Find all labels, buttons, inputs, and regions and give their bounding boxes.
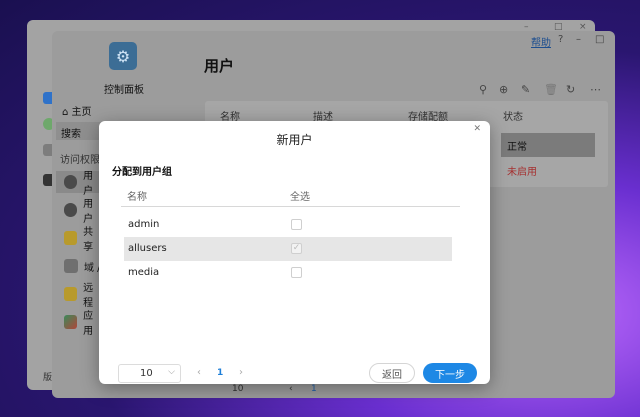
help-icon[interactable]: ? [558, 34, 563, 45]
group-row-media[interactable]: media [124, 261, 452, 285]
page-number[interactable]: 1 [311, 384, 317, 394]
sidebar-home[interactable]: ⌂ 主页 [62, 103, 92, 118]
add-icon[interactable]: ⊕ [499, 83, 508, 96]
remote-folder-icon [64, 287, 78, 301]
help-link[interactable]: 帮助 [531, 34, 551, 49]
dialog-subtitle: 分配到用户组 [112, 167, 172, 178]
sidebar-item-shared-folders[interactable]: 共享 [56, 227, 102, 253]
page-size[interactable]: 10 [232, 384, 243, 394]
delete-icon[interactable]: 🗑 [544, 83, 558, 96]
group-checkbox[interactable] [291, 267, 302, 278]
edit-icon[interactable]: ✎ [521, 83, 530, 96]
maximize-icon[interactable]: □ [595, 34, 604, 45]
page-size-select[interactable]: 10 ⌵ [118, 364, 181, 383]
sidebar-item-user-groups[interactable]: 用户 [56, 199, 102, 225]
group-row-allusers[interactable]: allusers ✓ [124, 237, 452, 261]
group-checkbox[interactable] [291, 219, 302, 230]
group-name: media [128, 267, 160, 278]
chevron-down-icon: ⌵ [168, 367, 175, 377]
user-group-icon [64, 203, 78, 217]
sidebar-item-domain[interactable]: 域 / [56, 255, 102, 277]
column-header[interactable]: 状态 [503, 108, 523, 123]
sidebar-home-label: 主页 [71, 107, 92, 118]
refresh-icon[interactable]: ↻ [566, 83, 575, 96]
page-number[interactable]: 1 [217, 368, 223, 378]
user-icon [64, 175, 78, 189]
sidebar-item-remote[interactable]: 远程 [56, 283, 102, 309]
sidebar-item-apps[interactable]: 应用 [56, 311, 102, 337]
divider [121, 206, 460, 207]
group-name: admin [128, 219, 160, 230]
control-panel-icon: ⚙ [109, 42, 137, 70]
page-size-value: 10 [140, 368, 153, 379]
sidebar-text: 版 [43, 373, 53, 383]
column-header-name: 名称 [127, 192, 147, 203]
status-badge: 未启用 [507, 167, 537, 178]
prev-page-icon[interactable]: ‹ [197, 367, 201, 378]
dialog-title: 新用户 [276, 133, 313, 147]
prev-page-icon[interactable]: ‹ [289, 384, 293, 394]
group-row-admin[interactable]: admin [124, 213, 452, 237]
page-title: 用户 [204, 57, 235, 75]
minimize-icon[interactable]: – [576, 34, 581, 45]
search-icon[interactable]: ⚲ [479, 83, 487, 96]
app-name: 控制面板 [104, 85, 144, 96]
next-page-icon[interactable]: › [239, 367, 243, 378]
status-badge: 正常 [501, 133, 595, 157]
back-button[interactable]: 返回 [369, 363, 415, 383]
group-checkbox-checked[interactable]: ✓ [291, 243, 302, 254]
sidebar-section-label: 访问权限 [60, 155, 100, 166]
next-button[interactable]: 下一步 [423, 363, 477, 383]
shared-folder-icon [64, 231, 78, 245]
domain-icon [64, 259, 78, 273]
select-all-toggle[interactable]: 全选 [290, 188, 310, 203]
close-icon[interactable]: ✕ [473, 124, 481, 134]
sidebar-item-users[interactable]: 用户 [56, 171, 102, 197]
app-icon [64, 315, 78, 329]
new-user-dialog: 新用户 ✕ 分配到用户组 名称 全选 admin allusers ✓ medi… [99, 121, 490, 384]
more-icon[interactable]: ⋯ [590, 83, 601, 96]
group-name: allusers [128, 243, 167, 254]
home-icon: ⌂ [62, 107, 69, 118]
